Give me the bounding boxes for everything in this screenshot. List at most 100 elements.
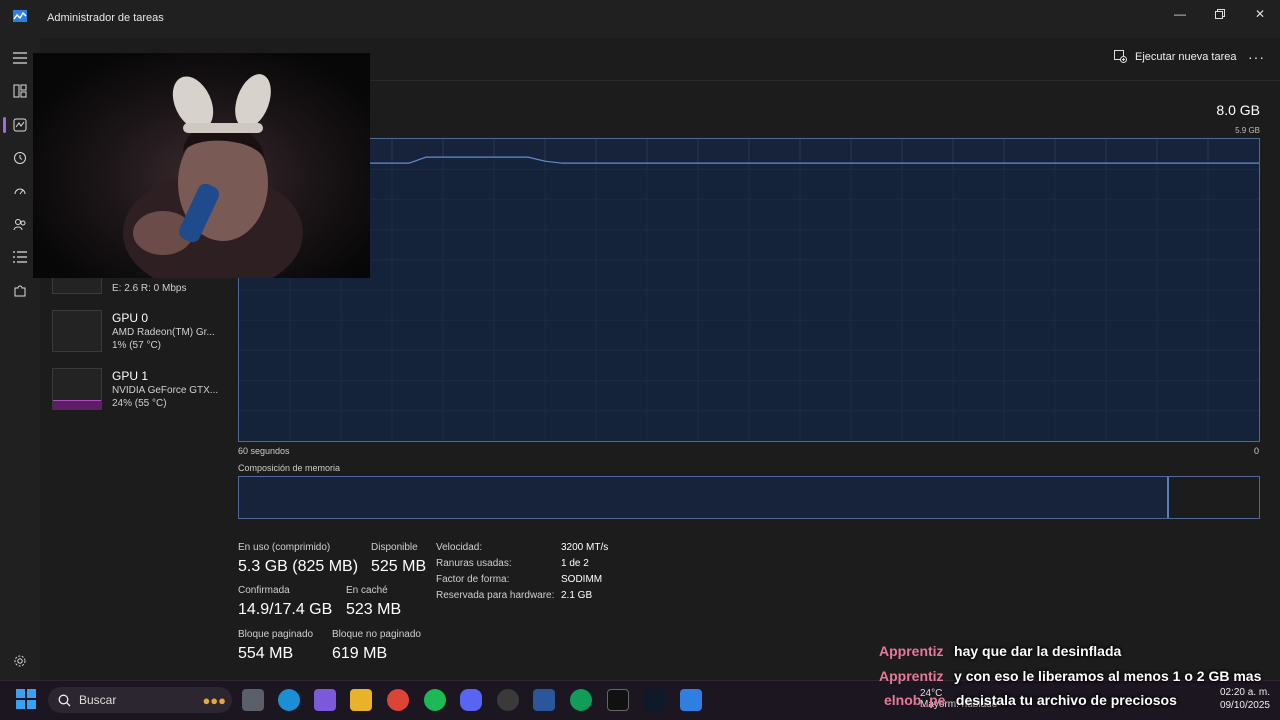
file-explorer-icon[interactable] xyxy=(350,689,372,711)
processes-icon xyxy=(13,84,27,98)
minimize-icon: — xyxy=(1174,7,1186,21)
total-memory: 8.0 GB xyxy=(1216,102,1260,118)
task-manager-taskbar-icon[interactable] xyxy=(680,689,702,711)
webcam-overlay xyxy=(33,53,370,278)
hamburger-icon xyxy=(13,52,27,64)
network-throughput: E: 2.6 R: 0 Mbps xyxy=(112,283,187,294)
gpu0-name[interactable]: GPU 0 xyxy=(112,311,148,325)
gpu1-usage: 24% (55 °C) xyxy=(112,398,167,409)
nav-details[interactable] xyxy=(6,243,34,271)
discord-icon[interactable] xyxy=(460,689,482,711)
memory-composition-title: Composición de memoria xyxy=(238,463,341,473)
minimize-button[interactable]: — xyxy=(1160,0,1200,28)
nav-performance[interactable] xyxy=(6,111,34,139)
memory-composition-in-use xyxy=(239,477,1169,518)
webcam-person-image xyxy=(123,74,303,278)
word-icon[interactable] xyxy=(533,689,555,711)
chat-message-1: Apprentiz hay que dar la desinflada xyxy=(879,643,1121,661)
paged-pool-value: 554 MB xyxy=(238,645,294,662)
search-label: Buscar xyxy=(79,693,117,707)
chat-message-3: elnob_pe desistala tu archivo de precios… xyxy=(884,692,1177,710)
more-options-button[interactable]: ··· xyxy=(1248,49,1265,65)
task-manager-app-icon xyxy=(13,9,27,22)
xbox-tool-icon[interactable] xyxy=(643,689,665,711)
chart-axis-left-label: 60 segundos xyxy=(238,446,290,456)
edge-icon[interactable] xyxy=(278,689,300,711)
clock-time: 02:20 a. m. xyxy=(1219,687,1270,698)
start-button[interactable] xyxy=(16,689,36,714)
nav-app-history[interactable] xyxy=(6,144,34,172)
clock-date: 09/10/2025 xyxy=(1219,700,1270,711)
cached-label: En caché xyxy=(346,585,388,596)
chrome-profile-icon[interactable] xyxy=(570,689,592,711)
gpu1-name[interactable]: GPU 1 xyxy=(112,369,148,383)
spotify-icon[interactable] xyxy=(424,689,446,711)
gear-icon xyxy=(14,655,26,667)
restore-button[interactable] xyxy=(1200,0,1240,28)
gpu1-thumbnail[interactable] xyxy=(52,368,102,410)
copilot-icon[interactable] xyxy=(314,689,336,711)
services-puzzle-icon xyxy=(14,285,26,297)
nonpaged-pool-label: Bloque no paginado xyxy=(332,629,421,640)
gpu1-usage-spark xyxy=(53,400,101,409)
nav-users[interactable] xyxy=(6,210,34,238)
title-bar xyxy=(0,0,1280,38)
slots-value: 1 de 2 xyxy=(561,558,589,569)
taskbar-search[interactable]: Buscar ●●● xyxy=(48,687,232,713)
memory-usage-graph xyxy=(239,139,1259,441)
gpu0-model: AMD Radeon(TM) Gr... xyxy=(112,327,215,338)
form-factor-label: Factor de forma: xyxy=(436,574,510,585)
window-title: Administrador de tareas xyxy=(47,12,164,24)
run-new-task-button[interactable]: Ejecutar nueva tarea xyxy=(1114,50,1237,63)
hardware-reserved-value: 2.1 GB xyxy=(561,590,593,601)
chat-username: Apprentiz xyxy=(879,668,944,684)
nav-processes[interactable] xyxy=(6,77,34,105)
users-icon xyxy=(13,219,26,231)
chat-text: y con eso le liberamos al menos 1 o 2 GB… xyxy=(954,668,1262,684)
chat-username: elnob_pe xyxy=(884,692,946,708)
chat-message-2: Apprentiz y con eso le liberamos al meno… xyxy=(879,668,1261,686)
memory-usage-area xyxy=(239,157,1259,441)
obs-icon[interactable] xyxy=(497,689,519,711)
windows-logo-icon xyxy=(16,689,36,709)
gpu0-thumbnail[interactable] xyxy=(52,310,102,352)
chart-axis-right-label: 0 xyxy=(1254,446,1260,456)
run-task-label: Ejecutar nueva tarea xyxy=(1135,50,1237,63)
task-view-icon[interactable] xyxy=(242,689,264,711)
details-list-icon xyxy=(13,251,27,263)
gpu1-model: NVIDIA GeForce GTX... xyxy=(112,385,219,396)
nav-settings[interactable] xyxy=(6,647,34,675)
speed-label: Velocidad: xyxy=(436,542,483,553)
close-button[interactable]: ✕ xyxy=(1240,0,1280,28)
available-label: Disponible xyxy=(371,542,418,553)
more-icon: ··· xyxy=(1248,49,1265,65)
form-factor-value: SODIMM xyxy=(561,574,603,585)
in-use-value: 5.3 GB (825 MB) xyxy=(238,558,359,575)
startup-speedometer-icon xyxy=(14,188,26,195)
close-icon: ✕ xyxy=(1254,7,1266,21)
nav-startup-apps[interactable] xyxy=(6,177,34,205)
memory-composition-bar xyxy=(238,476,1260,519)
chat-username: Apprentiz xyxy=(879,643,944,659)
chat-text: hay que dar la desinflada xyxy=(954,643,1122,659)
gpu0-usage: 1% (57 °C) xyxy=(112,340,162,351)
slots-label: Ranuras usadas: xyxy=(436,558,512,569)
nav-services[interactable] xyxy=(6,277,34,305)
taskbar-clock[interactable]: 02:20 a. m. 09/10/2025 xyxy=(1220,686,1270,712)
search-highlight-icon: ●●● xyxy=(202,692,226,708)
epic-games-icon[interactable] xyxy=(607,689,629,711)
chrome-icon[interactable] xyxy=(387,689,409,711)
run-task-icon xyxy=(1114,50,1127,63)
committed-value: 14.9/17.4 GB xyxy=(238,601,333,618)
paged-pool-label: Bloque paginado xyxy=(238,629,314,640)
in-use-label: En uso (comprimido) xyxy=(238,542,331,553)
nonpaged-pool-value: 619 MB xyxy=(332,645,388,662)
committed-label: Confirmada xyxy=(238,585,290,596)
chat-text: desistala tu archivo de preciosos xyxy=(955,692,1177,708)
performance-icon xyxy=(13,118,27,132)
memory-usage-chart xyxy=(238,138,1260,442)
restore-icon xyxy=(1215,9,1225,19)
hardware-reserved-label: Reservada para hardware: xyxy=(436,590,555,601)
chart-max-label: 5.9 GB xyxy=(1235,126,1260,135)
hamburger-menu-button[interactable] xyxy=(6,44,34,72)
